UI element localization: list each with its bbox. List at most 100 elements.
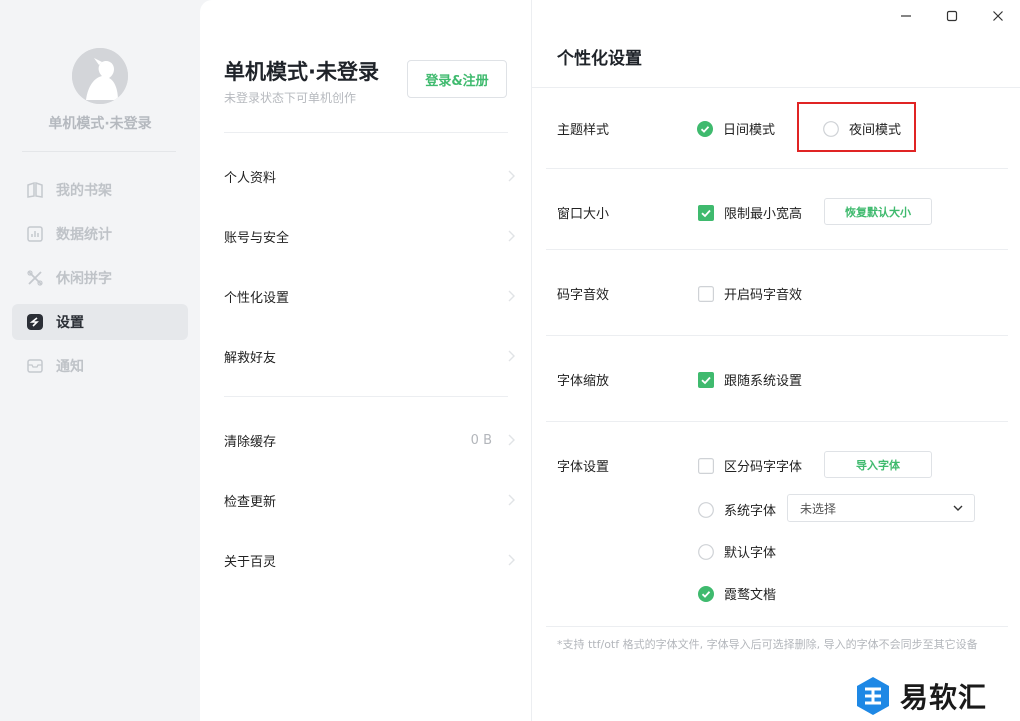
menu-item-check-update[interactable]: 检查更新 xyxy=(224,480,516,520)
chevron-right-icon xyxy=(506,169,516,183)
system-font-select[interactable]: 未选择 xyxy=(787,494,975,522)
divider xyxy=(224,132,508,133)
divider xyxy=(546,168,1008,169)
divider xyxy=(224,396,508,397)
font-settings-label: 字体设置 xyxy=(557,460,610,475)
sidebar-username: 单机模式·未登录 xyxy=(48,116,152,132)
user-avatar-icon xyxy=(72,48,128,104)
menu-item-clear-cache[interactable]: 清除缓存 0 B xyxy=(224,420,516,460)
restore-default-size-button[interactable]: 恢复默认大小 xyxy=(824,198,932,225)
mail-icon xyxy=(26,357,44,375)
watermark-logo-icon xyxy=(857,677,889,715)
chevron-right-icon xyxy=(506,289,516,303)
profile-subtitle: 未登录状态下可单机创作 xyxy=(224,91,357,105)
chevron-right-icon xyxy=(506,349,516,363)
menu-item-about[interactable]: 关于百灵 xyxy=(224,540,516,580)
sidebar-item-statistics[interactable]: 数据统计 xyxy=(12,216,188,252)
minimize-icon xyxy=(901,15,911,17)
distinguish-font-label: 区分码字字体 xyxy=(724,460,803,475)
menu-item-account-security[interactable]: 账号与安全 xyxy=(224,216,516,256)
chevron-right-icon xyxy=(506,229,516,243)
maximize-icon xyxy=(946,10,958,22)
panel-title: 个性化设置 xyxy=(557,49,642,69)
watermark-text: 易软汇 xyxy=(900,681,988,714)
profile-title: 单机模式·未登录 xyxy=(224,60,379,84)
window-size-label: 窗口大小 xyxy=(557,207,610,222)
highlight-annotation xyxy=(797,102,916,152)
lxgw-font-label: 霞鹜文楷 xyxy=(724,588,777,603)
typing-sound-checkbox[interactable]: 开启码字音效 xyxy=(698,284,802,303)
sidebar-item-label: 设置 xyxy=(56,315,84,331)
sidebar-divider xyxy=(22,151,176,152)
watermark: 易软汇 xyxy=(854,674,1016,718)
puzzle-icon xyxy=(26,269,44,287)
sidebar-item-label: 通知 xyxy=(56,359,84,375)
chevron-right-icon xyxy=(506,493,516,507)
close-button[interactable] xyxy=(986,5,1010,27)
typing-sound-option-label: 开启码字音效 xyxy=(724,288,803,303)
sidebar-item-puzzle[interactable]: 休闲拼字 xyxy=(12,260,188,296)
follow-system-checkbox[interactable]: 跟随系统设置 xyxy=(698,370,802,389)
menu-item-rescue-friends[interactable]: 解救好友 xyxy=(224,336,516,376)
lxgw-font-radio[interactable]: 霞鹜文楷 xyxy=(698,584,776,603)
chevron-right-icon xyxy=(506,553,516,567)
theme-day-option[interactable]: 日间模式 xyxy=(697,119,775,138)
limit-min-size-checkbox[interactable]: 限制最小宽高 xyxy=(698,203,802,222)
menu-item-profile[interactable]: 个人资料 xyxy=(224,156,516,196)
sidebar-item-label: 数据统计 xyxy=(56,227,112,243)
settings-icon xyxy=(26,313,44,331)
system-font-radio[interactable]: 系统字体 xyxy=(698,500,776,519)
font-footnote: *支持 ttf/otf 格式的字体文件, 字体导入后可选择删除, 导入的字体不会… xyxy=(557,638,978,651)
menu-item-label: 个人资料 xyxy=(224,170,277,186)
menu-item-label: 检查更新 xyxy=(224,494,277,510)
theme-label: 主题样式 xyxy=(557,123,610,138)
login-register-button[interactable]: 登录&注册 xyxy=(407,60,507,98)
default-font-radio[interactable]: 默认字体 xyxy=(698,542,776,561)
menu-item-label: 个性化设置 xyxy=(224,290,290,306)
minimize-button[interactable] xyxy=(894,5,918,27)
maximize-button[interactable] xyxy=(940,5,964,27)
default-font-label: 默认字体 xyxy=(724,546,777,561)
menu-item-label: 关于百灵 xyxy=(224,554,277,570)
radio-checked-icon xyxy=(698,585,714,602)
divider xyxy=(546,249,1008,250)
sidebar-item-label: 我的书架 xyxy=(56,183,112,199)
import-font-button[interactable]: 导入字体 xyxy=(824,451,932,478)
cache-size: 0 B xyxy=(470,432,492,448)
radio-unchecked-icon xyxy=(698,543,714,560)
sidebar-item-bookshelf[interactable]: 我的书架 xyxy=(12,172,188,208)
book-icon xyxy=(26,181,44,199)
follow-system-label: 跟随系统设置 xyxy=(724,374,803,389)
checkbox-checked-icon xyxy=(698,371,714,388)
menu-item-personalization[interactable]: 个性化设置 xyxy=(224,276,516,316)
radio-checked-icon xyxy=(697,120,713,137)
menu-item-label: 清除缓存 xyxy=(224,434,277,450)
typing-sound-label: 码字音效 xyxy=(557,288,610,303)
chevron-down-icon xyxy=(952,502,964,514)
sidebar-item-settings[interactable]: 设置 xyxy=(12,304,188,340)
system-font-select-value: 未选择 xyxy=(800,501,837,516)
sidebar-item-notifications[interactable]: 通知 xyxy=(12,348,188,384)
checkbox-unchecked-icon xyxy=(698,457,714,474)
divider xyxy=(546,421,1008,422)
distinguish-font-checkbox[interactable]: 区分码字字体 xyxy=(698,456,802,475)
divider xyxy=(546,335,1008,336)
limit-min-size-label: 限制最小宽高 xyxy=(724,207,803,222)
divider xyxy=(532,87,1020,88)
chevron-right-icon xyxy=(506,433,516,447)
theme-day-label: 日间模式 xyxy=(723,123,776,138)
checkbox-checked-icon xyxy=(698,204,714,221)
sidebar: 单机模式·未登录 我的书架 数据统计 休闲拼字 设置 通知 xyxy=(0,0,200,721)
close-icon xyxy=(993,11,1003,21)
avatar[interactable] xyxy=(72,48,128,104)
settings-panel: 个性化设置 主题样式 日间模式 夜间模式 窗口大小 限制最小宽高 恢复默认大小 … xyxy=(531,0,1020,721)
account-panel: 单机模式·未登录 未登录状态下可单机创作 登录&注册 个人资料 账号与安全 个性… xyxy=(200,0,531,721)
radio-unchecked-icon xyxy=(698,501,714,518)
system-font-label: 系统字体 xyxy=(724,504,777,519)
chart-icon xyxy=(26,225,44,243)
menu-item-label: 解救好友 xyxy=(224,350,277,366)
font-scale-label: 字体缩放 xyxy=(557,374,610,389)
checkbox-unchecked-icon xyxy=(698,285,714,302)
menu-item-label: 账号与安全 xyxy=(224,230,290,246)
divider xyxy=(546,626,1008,627)
